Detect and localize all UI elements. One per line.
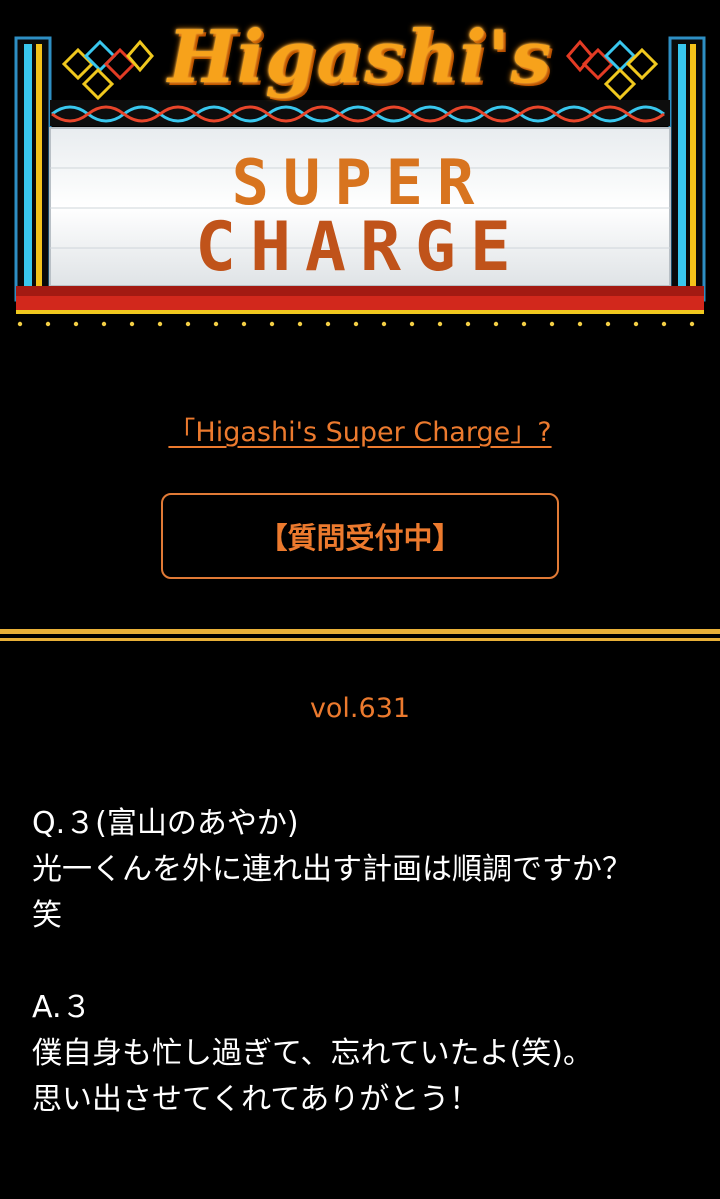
question-line: 光一くんを外に連れ出す計画は順調ですか？ [32,852,632,887]
answer-header: A.３ [32,990,92,1025]
question-block: Q.３(富山のあやか) 光一くんを外に連れ出す計画は順調ですか？ 笑 [32,801,692,939]
volume-label: vol.631 [309,693,411,724]
about-link[interactable]: 「Higashi's Super Charge」? [0,410,720,449]
logo-script-text: Higashi's [167,14,553,99]
marquee-banner: Higashi's SUPER CHARGE [0,0,720,340]
answer-line: 僕自身も忙し過ぎて、忘れていたよ(笑)。 [32,1036,594,1071]
question-submit-button[interactable]: 【質問受付中】 [161,493,559,579]
sign-line-charge: CHARGE [195,208,525,287]
answer-block: A.３ 僕自身も忙し過ぎて、忘れていたよ(笑)。 思い出させてくれてありがとう！ [32,985,692,1123]
question-line: 笑 [32,898,62,933]
divider-bottom-line [0,638,720,641]
divider-top-line [0,629,720,634]
answer-line: 思い出させてくれてありがとう！ [32,1082,480,1117]
question-header: Q.３(富山のあやか) [32,806,299,841]
